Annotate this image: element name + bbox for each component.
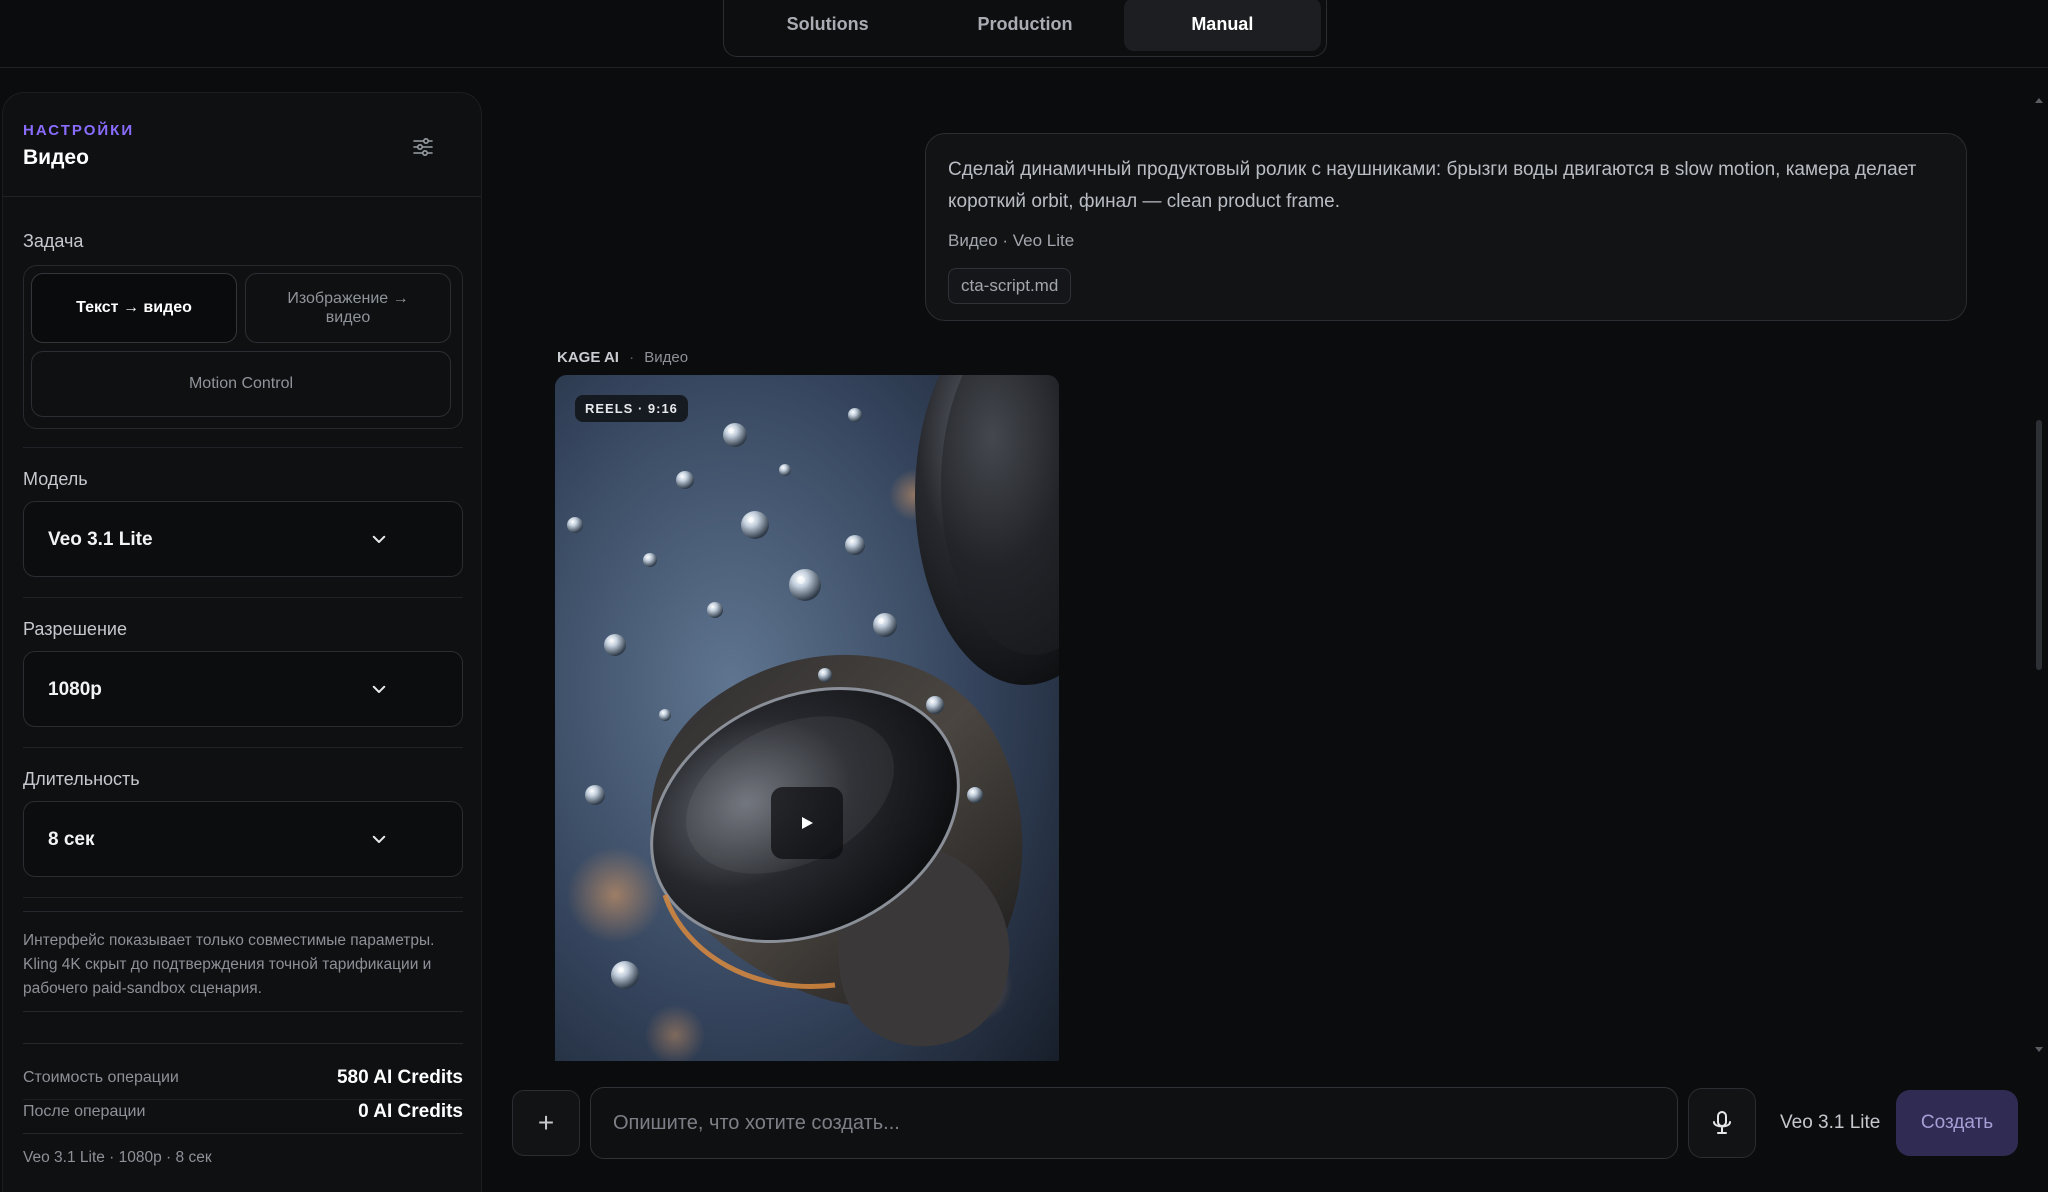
prompt-input[interactable] bbox=[590, 1087, 1678, 1159]
task-motion-control[interactable]: Motion Control bbox=[31, 351, 451, 417]
create-button[interactable]: Создать bbox=[1896, 1090, 2018, 1156]
composer-model[interactable]: Veo 3.1 Lite bbox=[1780, 1112, 1880, 1134]
divider bbox=[23, 597, 463, 598]
assistant-meta: KAGE AI · Видео bbox=[557, 349, 688, 366]
duration-select[interactable]: 8 сек bbox=[23, 801, 463, 877]
voice-input-button[interactable] bbox=[1688, 1088, 1756, 1158]
scroll-up-icon[interactable] bbox=[2034, 96, 2044, 104]
resolution-label: Разрешение bbox=[23, 619, 127, 639]
compatibility-note: Интерфейс показывает только совместимые … bbox=[23, 932, 435, 997]
sliders-icon[interactable] bbox=[411, 135, 435, 159]
resolution-select[interactable]: 1080p bbox=[23, 651, 463, 727]
tab-manual[interactable]: Manual bbox=[1123, 0, 1321, 51]
duration-value: 8 сек bbox=[48, 829, 95, 850]
add-attachment-button[interactable]: + bbox=[512, 1090, 580, 1156]
earbud-splash-image bbox=[555, 375, 1059, 1061]
duration-label: Длительность bbox=[23, 769, 140, 789]
model-value: Veo 3.1 Lite bbox=[48, 529, 153, 550]
attachment-chip[interactable]: cta-script.md bbox=[948, 268, 1072, 304]
chevron-down-icon bbox=[372, 535, 386, 543]
resolution-value: 1080p bbox=[48, 679, 102, 700]
divider bbox=[23, 1133, 463, 1134]
chevron-down-icon bbox=[372, 685, 386, 693]
format-badge: REELS · 9:16 bbox=[575, 395, 688, 422]
meta-separator: · bbox=[629, 349, 635, 366]
divider bbox=[23, 1011, 463, 1012]
tab-solutions[interactable]: Solutions bbox=[729, 0, 926, 51]
model-label: Модель bbox=[23, 469, 88, 489]
play-icon bbox=[802, 817, 813, 829]
user-message-meta: Видео · Veo Lite bbox=[948, 231, 1075, 250]
user-message: Сделай динамичный продуктовый ролик с на… bbox=[925, 133, 1967, 321]
task-text-to-video[interactable]: Текст → видео bbox=[31, 273, 237, 343]
assistant-kind: Видео bbox=[644, 349, 689, 366]
task-label: Задача bbox=[23, 231, 84, 251]
balance-label: После операции bbox=[23, 1103, 146, 1120]
chevron-down-icon bbox=[372, 835, 386, 843]
divider bbox=[23, 1043, 463, 1044]
balance-value: 0 AI Credits bbox=[358, 1101, 463, 1122]
sidebar-title: Видео bbox=[23, 146, 89, 169]
top-bar: Solutions Production Manual bbox=[0, 0, 2048, 68]
divider bbox=[23, 747, 463, 748]
scroll-down-icon[interactable] bbox=[2034, 1046, 2044, 1054]
settings-summary: Veo 3.1 Lite · 1080p · 8 сек bbox=[23, 1149, 212, 1166]
settings-sidebar: НАСТРОЙКИ Видео Задача Текст → видео Изо… bbox=[2, 92, 482, 1192]
divider bbox=[23, 911, 463, 912]
task-image-to-video[interactable]: Изображение → видео bbox=[245, 273, 451, 343]
video-preview[interactable]: REELS · 9:16 bbox=[555, 375, 1059, 1061]
divider bbox=[23, 897, 463, 898]
assistant-name: KAGE AI bbox=[557, 349, 619, 366]
cost-row: Стоимость операции 580 AI Credits bbox=[23, 1067, 463, 1088]
scrollbar-thumb[interactable] bbox=[2036, 420, 2042, 670]
cost-label: Стоимость операции bbox=[23, 1069, 179, 1086]
mode-tabs: Solutions Production Manual bbox=[723, 0, 1327, 57]
microphone-icon bbox=[1713, 1111, 1731, 1134]
play-button[interactable] bbox=[771, 787, 843, 859]
cost-value: 580 AI Credits bbox=[336, 1067, 463, 1088]
divider bbox=[23, 1099, 463, 1100]
task-selector: Текст → видео Изображение → видео Motion… bbox=[23, 265, 463, 429]
divider bbox=[23, 447, 463, 448]
sidebar-header: НАСТРОЙКИ Видео bbox=[3, 93, 481, 197]
sidebar-eyebrow: НАСТРОЙКИ bbox=[23, 122, 135, 139]
balance-row: После операции 0 AI Credits bbox=[23, 1101, 463, 1122]
model-select[interactable]: Veo 3.1 Lite bbox=[23, 501, 463, 577]
tab-production[interactable]: Production bbox=[926, 0, 1123, 51]
user-message-text: Сделай динамичный продуктовый ролик с на… bbox=[948, 159, 1917, 212]
